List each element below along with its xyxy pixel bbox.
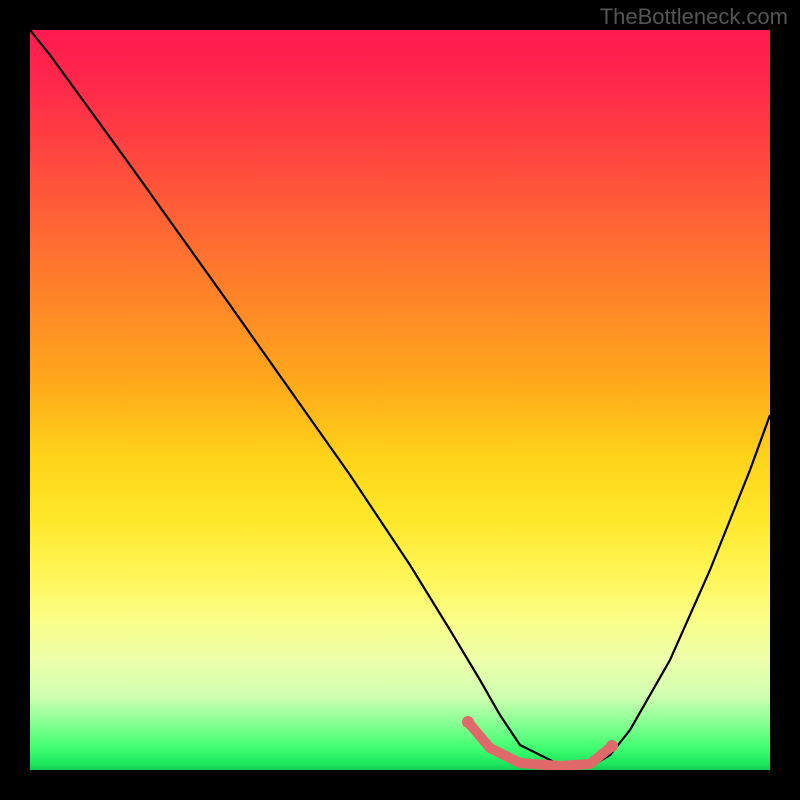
watermark-text: TheBottleneck.com	[600, 4, 788, 30]
highlight-end-dot	[606, 740, 618, 752]
plot-area	[30, 30, 770, 770]
highlight-start-dot	[462, 716, 474, 728]
curve-layer	[30, 30, 770, 770]
highlight-segment	[468, 722, 612, 766]
bottleneck-curve	[30, 30, 770, 767]
